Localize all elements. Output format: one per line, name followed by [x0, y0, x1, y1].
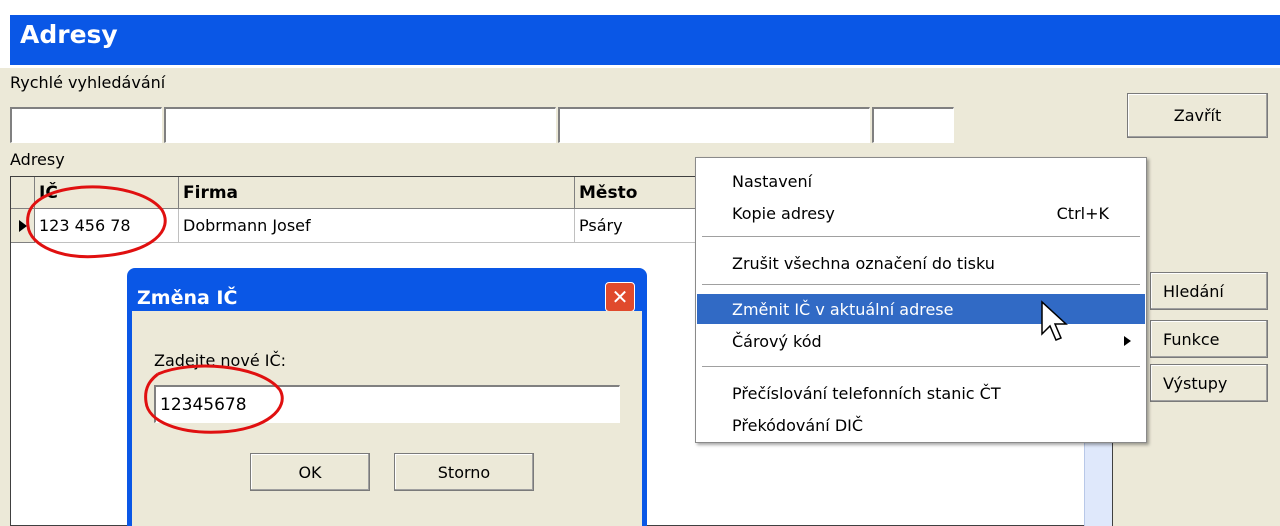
quick-search-field-4[interactable]: [872, 107, 954, 143]
dialog-close-button[interactable]: ✕: [605, 282, 635, 312]
mouse-cursor-icon: [1041, 300, 1068, 341]
quick-search-field-2[interactable]: [164, 107, 556, 143]
column-header-firma[interactable]: Firma: [179, 177, 575, 209]
menu-item-settings[interactable]: Nastavení: [697, 166, 1145, 196]
annotation-circle-input: [144, 364, 284, 434]
table-cell-firma[interactable]: Dobrmann Josef: [179, 209, 575, 243]
quick-search-field-1[interactable]: [10, 107, 162, 143]
menu-item-clear-print-marks[interactable]: Zrušit všechna označení do tisku: [697, 248, 1145, 278]
quick-search-field-3[interactable]: [558, 107, 870, 143]
submenu-arrow-icon: [1124, 336, 1131, 346]
cancel-button[interactable]: Storno: [394, 453, 534, 491]
close-icon: ✕: [611, 285, 629, 309]
context-menu: Nastavení Kopie adresy Ctrl+K Zrušit všec…: [695, 157, 1147, 443]
search-button[interactable]: Hledání: [1150, 272, 1268, 310]
close-button[interactable]: Zavřít: [1127, 93, 1268, 138]
menu-item-change-ic[interactable]: Změnit IČ v aktuální adrese: [697, 294, 1145, 324]
window-title: Adresy: [20, 20, 118, 49]
outputs-button[interactable]: Výstupy: [1150, 364, 1268, 402]
menu-item-phone-renumber[interactable]: Přečíslování telefonních stanic ČT: [697, 378, 1145, 408]
shortcut-ctrl-k: Ctrl+K: [1056, 203, 1109, 223]
quick-search-label: Rychlé vyhledávání: [10, 73, 166, 92]
menu-item-barcode[interactable]: Čárový kód: [697, 326, 1145, 356]
grid-vertical-scrollbar[interactable]: [1084, 440, 1112, 526]
menu-separator: [702, 366, 1140, 367]
app-title-bar: Adresy: [0, 0, 1280, 68]
grid-label: Adresy: [10, 150, 65, 169]
menu-separator: [702, 284, 1140, 285]
menu-item-copy-address[interactable]: Kopie adresy Ctrl+K: [697, 198, 1145, 228]
dialog-title: Změna IČ: [137, 287, 238, 309]
functions-button[interactable]: Funkce: [1150, 320, 1268, 358]
annotation-circle-ic: [26, 185, 167, 259]
menu-separator: [702, 236, 1140, 237]
menu-item-dic-recode[interactable]: Překódování DIČ: [697, 410, 1145, 440]
ok-button[interactable]: OK: [250, 453, 370, 491]
title-bar-background: [10, 15, 1280, 65]
